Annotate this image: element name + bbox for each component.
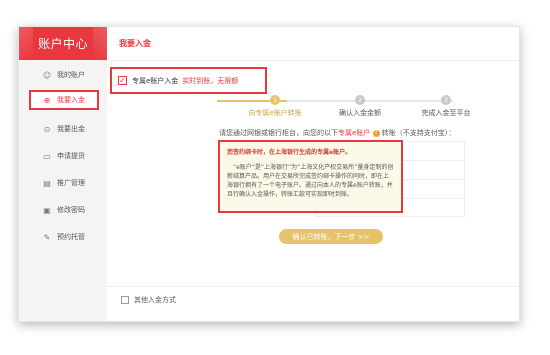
option-label: 专属e账户入金	[132, 76, 179, 85]
checkbox-checked-icon[interactable]: ✓	[118, 76, 127, 85]
sidebar-item-label: 预约托管	[57, 233, 85, 241]
tooltip-body: “e账户”是“上海银行”为“上海文化产权交易所”量身定制的创新结算产品。用户在交…	[227, 164, 394, 198]
other-deposit-label: 其他入金方式	[134, 296, 176, 304]
sidebar: 账户中心 ☺ 我的账户 ⊕ 我要入金 ⊙ 我要出金 ▭ 申请提货 ▤ 推广管理 …	[19, 27, 107, 321]
user-icon: ☺	[42, 70, 52, 80]
instruction-suffix: 转账（不支持支付宝）：	[379, 129, 456, 137]
e-account-link[interactable]: 专属e账户	[338, 129, 370, 137]
withdraw-icon: ⊙	[43, 124, 51, 134]
account-center-window: 账户中心 ☺ 我的账户 ⊕ 我要入金 ⊙ 我要出金 ▭ 申请提货 ▤ 推广管理 …	[18, 26, 520, 322]
sidebar-title: 账户中心	[19, 27, 107, 60]
instruction-prefix: 请您通过网银或银行柜台，向您的以下	[219, 129, 338, 137]
option-tip: 实时到账，无限额	[182, 76, 239, 85]
clipboard-icon: ▤	[43, 178, 51, 188]
help-icon[interactable]: ?	[372, 129, 380, 137]
sidebar-item-custody[interactable]: ✎ 预约托管	[19, 227, 107, 247]
sidebar-item-deposit[interactable]: ⊕ 我要入金	[29, 90, 99, 110]
sidebar-item-label: 我的账户	[57, 71, 85, 79]
step-2-dot: 2	[355, 95, 365, 105]
sidebar-item-label: 修改密码	[57, 206, 85, 214]
title-divider	[107, 60, 519, 61]
main-panel: 我要入金 ✓ 专属e账户入金 实时到账，无限额 1 2 3 向专属e账户转账 确…	[107, 27, 519, 321]
step-3-label: 完成入金至平台	[421, 109, 471, 117]
bottom-divider	[107, 286, 519, 287]
page-title: 我要入金	[119, 39, 151, 48]
briefcase-icon: ▭	[43, 151, 51, 161]
edit-icon: ✎	[43, 232, 51, 242]
sidebar-item-label: 我要入金	[57, 96, 85, 104]
step-1-label: 向专属e账户转账	[248, 109, 302, 117]
sidebar-item-withdraw[interactable]: ⊙ 我要出金	[19, 119, 107, 139]
sidebar-item-promotion[interactable]: ▤ 推广管理	[19, 173, 107, 193]
sidebar-item-my-account[interactable]: ☺ 我的账户	[19, 65, 107, 85]
confirm-next-button[interactable]: 确认已转账，下一步 >>	[279, 229, 383, 244]
step-progress-track	[217, 100, 453, 102]
e-account-deposit-option[interactable]: ✓ 专属e账户入金 实时到账，无限额	[110, 67, 267, 94]
transfer-instruction: 请您通过网银或银行柜台，向您的以下专属e账户 ? 转账（不支持支付宝）：	[219, 128, 455, 138]
sidebar-item-label: 申请提货	[57, 152, 85, 160]
deposit-icon: ⊕	[43, 95, 51, 105]
step-1-dot: 1	[270, 95, 280, 105]
e-account-tooltip: 您签约绑卡时，在上海银行生成的专属e账户。 “e账户”是“上海银行”为“上海文化…	[218, 140, 403, 213]
sidebar-item-pickup[interactable]: ▭ 申请提货	[19, 146, 107, 166]
lock-icon: ▣	[43, 205, 51, 215]
checkbox-unchecked-icon[interactable]	[121, 296, 129, 304]
sidebar-item-label: 我要出金	[57, 125, 85, 133]
sidebar-item-label: 推广管理	[57, 179, 85, 187]
other-deposit-option[interactable]: 其他入金方式	[121, 295, 176, 305]
sidebar-item-change-password[interactable]: ▣ 修改密码	[19, 200, 107, 220]
step-3-dot: 3	[441, 95, 451, 105]
step-2-label: 确认入金金额	[339, 109, 381, 117]
tooltip-title: 您签约绑卡时，在上海银行生成的专属e账户。	[227, 149, 352, 156]
